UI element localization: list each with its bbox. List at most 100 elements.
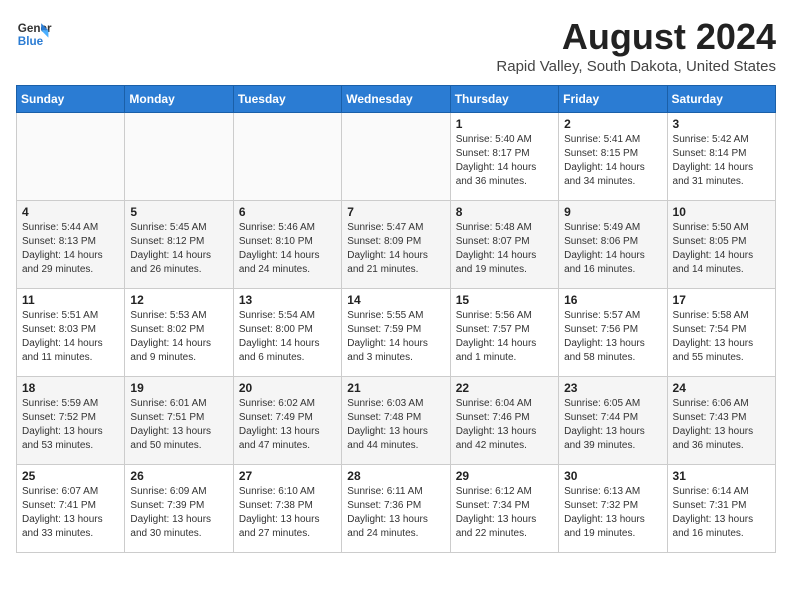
calendar-day-cell: 9Sunrise: 5:49 AMSunset: 8:06 PMDaylight… [559, 201, 667, 289]
weekday-header-row: SundayMondayTuesdayWednesdayThursdayFrid… [17, 86, 776, 113]
calendar-day-cell: 4 Sunrise: 5:44 AMSunset: 8:13 PMDaylight… [17, 201, 125, 289]
weekday-header-tuesday: Tuesday [233, 86, 341, 113]
day-info: Sunrise: 5:45 AMSunset: 8:12 PMDaylight:… [130, 221, 227, 277]
month-year-title: August 2024 [496, 16, 776, 58]
calendar-day-cell: 23 Sunrise: 6:05 AMSunset: 7:44 PMDayligh… [559, 377, 667, 465]
day-info: Sunrise: 5:55 AMSunset: 7:59 PMDaylight:… [347, 309, 444, 365]
calendar-day-cell: 26 Sunrise: 6:09 AMSunset: 7:39 PMDayligh… [125, 465, 233, 553]
calendar-day-cell: 21Sunrise: 6:03 AMSunset: 7:48 PMDayligh… [342, 377, 450, 465]
day-info: Sunrise: 6:04 AMSunset: 7:46 PMDaylight:… [456, 397, 553, 453]
day-info: Sunrise: 6:02 AMSunset: 7:49 PMDaylight:… [239, 397, 336, 453]
day-info: Sunrise: 5:57 AMSunset: 7:56 PMDaylight:… [564, 309, 661, 365]
calendar-day-cell: 13 Sunrise: 5:54 AMSunset: 8:00 PMDayligh… [233, 289, 341, 377]
day-info: Sunrise: 6:09 AMSunset: 7:39 PMDaylight:… [130, 485, 227, 541]
day-info: Sunrise: 5:50 AMSunset: 8:05 PMDaylight:… [673, 221, 770, 277]
calendar-day-cell: 19Sunrise: 6:01 AMSunset: 7:51 PMDayligh… [125, 377, 233, 465]
day-number: 11 [22, 293, 119, 307]
calendar-day-cell: 6Sunrise: 5:46 AMSunset: 8:10 PMDaylight… [233, 201, 341, 289]
calendar-day-cell: 5 Sunrise: 5:45 AMSunset: 8:12 PMDaylight… [125, 201, 233, 289]
day-info: Sunrise: 5:47 AMSunset: 8:09 PMDaylight:… [347, 221, 444, 277]
calendar-day-cell: 8 Sunrise: 5:48 AMSunset: 8:07 PMDaylight… [450, 201, 558, 289]
day-number: 23 [564, 381, 661, 395]
weekday-header-friday: Friday [559, 86, 667, 113]
day-info: Sunrise: 5:51 AMSunset: 8:03 PMDaylight:… [22, 309, 119, 365]
day-info: Sunrise: 5:48 AMSunset: 8:07 PMDaylight:… [456, 221, 553, 277]
calendar-day-cell: 3Sunrise: 5:42 AMSunset: 8:14 PMDaylight… [667, 113, 775, 201]
calendar-day-cell: 14 Sunrise: 5:55 AMSunset: 7:59 PMDayligh… [342, 289, 450, 377]
day-info: Sunrise: 6:05 AMSunset: 7:44 PMDaylight:… [564, 397, 661, 453]
day-number: 22 [456, 381, 553, 395]
day-info: Sunrise: 5:54 AMSunset: 8:00 PMDaylight:… [239, 309, 336, 365]
calendar-day-cell: 18 Sunrise: 5:59 AMSunset: 7:52 PMDayligh… [17, 377, 125, 465]
calendar-day-cell: 22 Sunrise: 6:04 AMSunset: 7:46 PMDayligh… [450, 377, 558, 465]
day-number: 13 [239, 293, 336, 307]
day-number: 15 [456, 293, 553, 307]
calendar-week-row: 25 Sunrise: 6:07 AMSunset: 7:41 PMDayligh… [17, 465, 776, 553]
calendar-day-cell: 27 Sunrise: 6:10 AMSunset: 7:38 PMDayligh… [233, 465, 341, 553]
day-info: Sunrise: 5:44 AMSunset: 8:13 PMDaylight:… [22, 221, 119, 277]
day-info: Sunrise: 6:01 AMSunset: 7:51 PMDaylight:… [130, 397, 227, 453]
day-info: Sunrise: 6:14 AMSunset: 7:31 PMDaylight:… [673, 485, 770, 541]
location-subtitle: Rapid Valley, South Dakota, United State… [496, 58, 776, 75]
weekday-header-sunday: Sunday [17, 86, 125, 113]
day-number: 3 [673, 117, 770, 131]
day-number: 10 [673, 205, 770, 219]
day-info: Sunrise: 6:10 AMSunset: 7:38 PMDaylight:… [239, 485, 336, 541]
day-number: 12 [130, 293, 227, 307]
day-number: 24 [673, 381, 770, 395]
calendar-day-cell: 1 Sunrise: 5:40 AMSunset: 8:17 PMDaylight… [450, 113, 558, 201]
day-info: Sunrise: 6:07 AMSunset: 7:41 PMDaylight:… [22, 485, 119, 541]
day-info: Sunrise: 5:58 AMSunset: 7:54 PMDaylight:… [673, 309, 770, 365]
day-info: Sunrise: 6:12 AMSunset: 7:34 PMDaylight:… [456, 485, 553, 541]
calendar-day-cell: 17 Sunrise: 5:58 AMSunset: 7:54 PMDayligh… [667, 289, 775, 377]
calendar-table: SundayMondayTuesdayWednesdayThursdayFrid… [16, 85, 776, 553]
day-number: 18 [22, 381, 119, 395]
calendar-day-cell [17, 113, 125, 201]
day-info: Sunrise: 6:06 AMSunset: 7:43 PMDaylight:… [673, 397, 770, 453]
day-number: 31 [673, 469, 770, 483]
day-info: Sunrise: 5:59 AMSunset: 7:52 PMDaylight:… [22, 397, 119, 453]
calendar-day-cell: 25 Sunrise: 6:07 AMSunset: 7:41 PMDayligh… [17, 465, 125, 553]
day-number: 27 [239, 469, 336, 483]
day-info: Sunrise: 6:03 AMSunset: 7:48 PMDaylight:… [347, 397, 444, 453]
day-number: 4 [22, 205, 119, 219]
calendar-day-cell: 10 Sunrise: 5:50 AMSunset: 8:05 PMDayligh… [667, 201, 775, 289]
calendar-day-cell: 15 Sunrise: 5:56 AMSunset: 7:57 PMDayligh… [450, 289, 558, 377]
weekday-header-monday: Monday [125, 86, 233, 113]
day-number: 7 [347, 205, 444, 219]
day-info: Sunrise: 5:40 AMSunset: 8:17 PMDaylight:… [456, 133, 553, 189]
weekday-header-thursday: Thursday [450, 86, 558, 113]
day-number: 1 [456, 117, 553, 131]
day-number: 30 [564, 469, 661, 483]
weekday-header-saturday: Saturday [667, 86, 775, 113]
day-number: 2 [564, 117, 661, 131]
calendar-day-cell [125, 113, 233, 201]
calendar-day-cell: 16 Sunrise: 5:57 AMSunset: 7:56 PMDayligh… [559, 289, 667, 377]
day-number: 16 [564, 293, 661, 307]
calendar-day-cell: 28Sunrise: 6:11 AMSunset: 7:36 PMDayligh… [342, 465, 450, 553]
day-info: Sunrise: 6:13 AMSunset: 7:32 PMDaylight:… [564, 485, 661, 541]
calendar-week-row: 11 Sunrise: 5:51 AMSunset: 8:03 PMDayligh… [17, 289, 776, 377]
title-area: August 2024 Rapid Valley, South Dakota, … [496, 16, 776, 75]
calendar-week-row: 4 Sunrise: 5:44 AMSunset: 8:13 PMDaylight… [17, 201, 776, 289]
day-number: 26 [130, 469, 227, 483]
day-number: 8 [456, 205, 553, 219]
day-number: 20 [239, 381, 336, 395]
calendar-day-cell: 12Sunrise: 5:53 AMSunset: 8:02 PMDayligh… [125, 289, 233, 377]
calendar-day-cell: 20 Sunrise: 6:02 AMSunset: 7:49 PMDayligh… [233, 377, 341, 465]
day-number: 17 [673, 293, 770, 307]
calendar-day-cell: 2Sunrise: 5:41 AMSunset: 8:15 PMDaylight… [559, 113, 667, 201]
calendar-body: 1 Sunrise: 5:40 AMSunset: 8:17 PMDaylight… [17, 113, 776, 553]
day-number: 14 [347, 293, 444, 307]
calendar-day-cell: 7 Sunrise: 5:47 AMSunset: 8:09 PMDaylight… [342, 201, 450, 289]
day-number: 5 [130, 205, 227, 219]
calendar-day-cell: 31 Sunrise: 6:14 AMSunset: 7:31 PMDayligh… [667, 465, 775, 553]
day-info: Sunrise: 5:56 AMSunset: 7:57 PMDaylight:… [456, 309, 553, 365]
day-number: 25 [22, 469, 119, 483]
calendar-week-row: 18 Sunrise: 5:59 AMSunset: 7:52 PMDayligh… [17, 377, 776, 465]
day-info: Sunrise: 6:11 AMSunset: 7:36 PMDaylight:… [347, 485, 444, 541]
weekday-header-wednesday: Wednesday [342, 86, 450, 113]
calendar-day-cell: 24 Sunrise: 6:06 AMSunset: 7:43 PMDayligh… [667, 377, 775, 465]
calendar-day-cell: 29Sunrise: 6:12 AMSunset: 7:34 PMDayligh… [450, 465, 558, 553]
calendar-day-cell: 11 Sunrise: 5:51 AMSunset: 8:03 PMDayligh… [17, 289, 125, 377]
